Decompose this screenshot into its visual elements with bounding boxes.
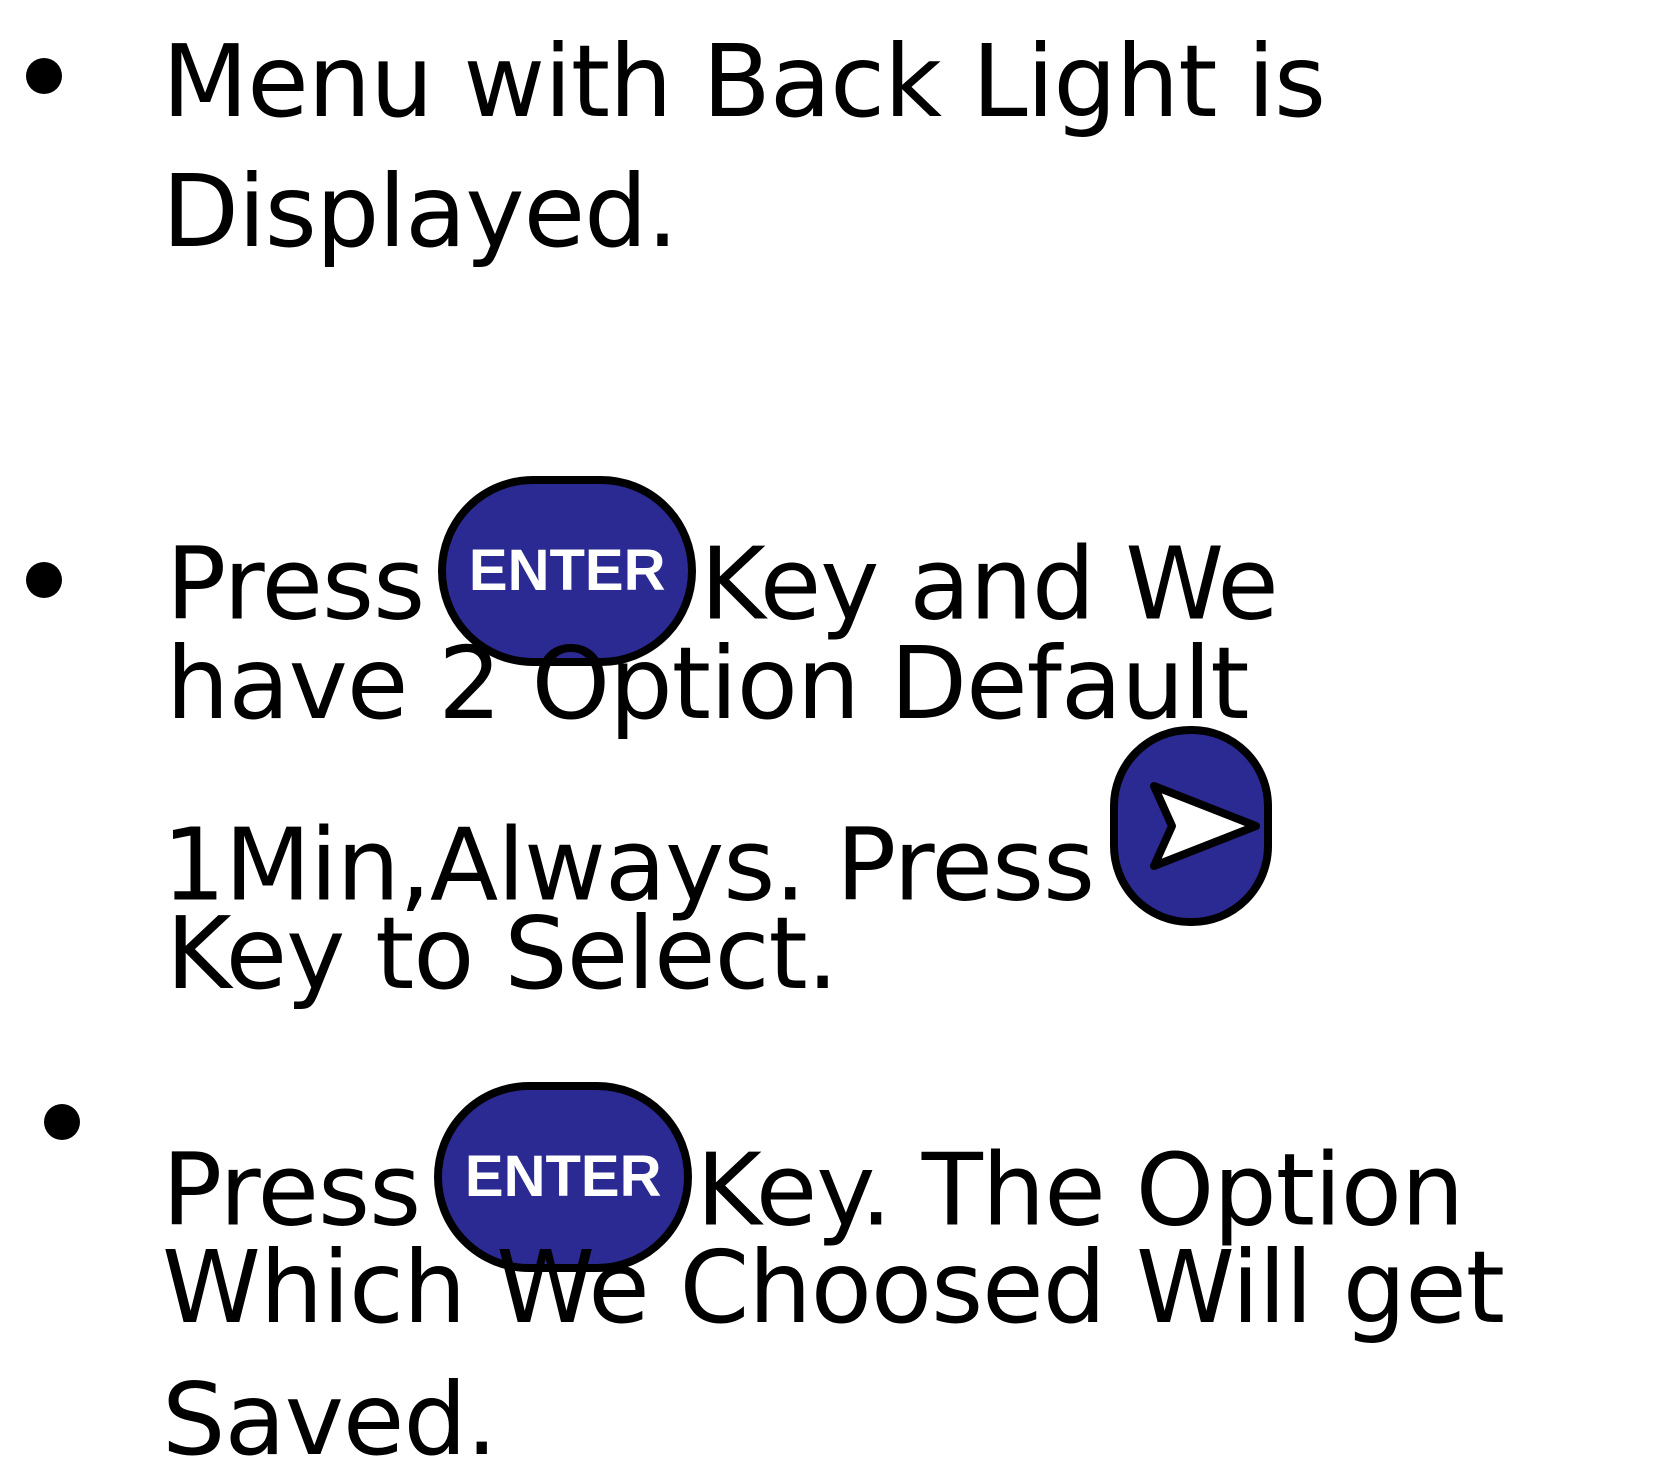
bullet-point-2	[26, 562, 62, 598]
right-arrow-glyph	[1150, 782, 1261, 870]
bullet-point-1	[26, 58, 62, 94]
right-arrow-key-icon	[1110, 726, 1273, 926]
bullet-point-3	[44, 1104, 80, 1140]
bullet-3-line-3: Saved.	[162, 1361, 498, 1478]
enter-key-label: ENTER	[464, 1144, 662, 1209]
enter-key-label: ENTER	[468, 538, 666, 603]
instruction-page: Menu with Back Light is Displayed. Press…	[0, 0, 1675, 1470]
bullet-3-line-2: Which We Choosed Will get	[162, 1229, 1505, 1346]
bullet-1-line-2: Displayed.	[162, 153, 678, 270]
bullet-2-line-2: have 2 Option Default	[166, 625, 1249, 742]
bullet-1-line-1: Menu with Back Light is	[162, 23, 1326, 140]
bullet-2-line-4: Key to Select.	[166, 895, 839, 1012]
